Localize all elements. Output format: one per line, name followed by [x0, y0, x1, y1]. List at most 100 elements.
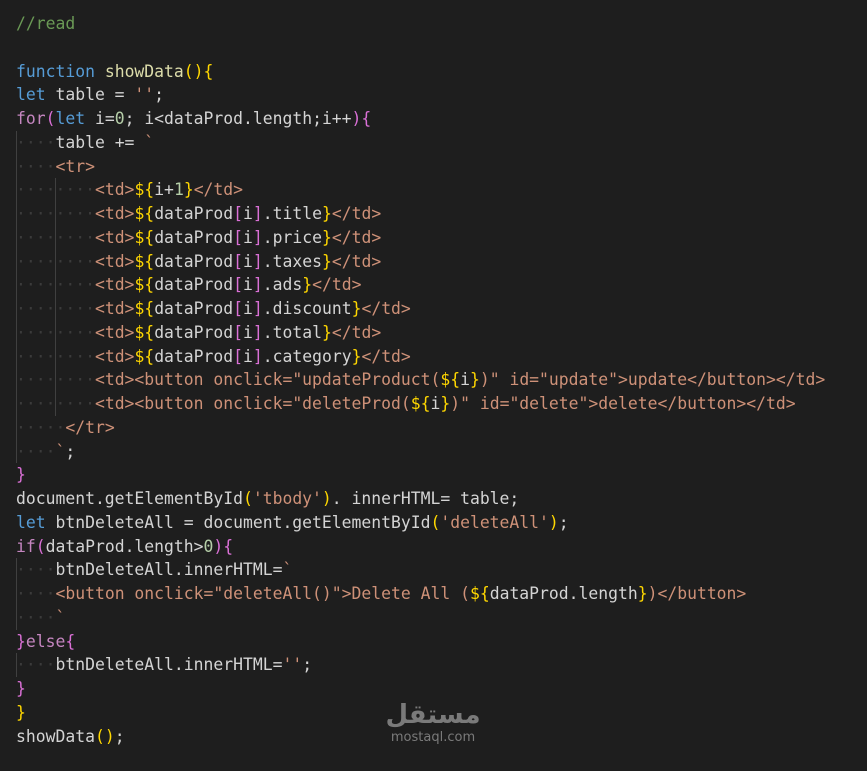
indent-guide — [55, 297, 57, 321]
code-token: )" id="delete">delete</button></td> — [450, 394, 796, 413]
code-token: ` — [144, 132, 155, 152]
code-token: )</button> — [647, 584, 747, 603]
code-token: ${ — [134, 346, 155, 366]
code-token: [ — [233, 227, 244, 247]
indent-guide — [55, 344, 57, 369]
code-editor[interactable]: //read function showData(){let table = '… — [0, 0, 867, 771]
code-line[interactable]: ····` — [16, 605, 825, 630]
code-line[interactable]: ·····</tr> — [16, 415, 825, 440]
code-line[interactable]: } — [16, 463, 825, 487]
code-token: } — [321, 204, 332, 223]
indent-whitespace-marker: ····· — [16, 417, 66, 437]
code-token: 'deleteAll' — [440, 512, 549, 532]
indent-guide — [55, 273, 57, 297]
code-token: <button onclick="deleteAll()">Delete All… — [55, 584, 470, 603]
code-token: { — [65, 631, 76, 651]
code-token: dataProd — [154, 275, 234, 295]
code-token: <td> — [94, 322, 135, 342]
code-token: ` — [282, 560, 293, 580]
indent-guide — [16, 297, 17, 321]
code-line[interactable]: ········<td><button onclick="deleteProd(… — [16, 392, 825, 416]
code-area[interactable]: //read function showData(){let table = '… — [16, 12, 825, 748]
indent-guide — [16, 130, 17, 155]
indent-whitespace-marker: ···· — [16, 607, 56, 627]
code-token: </td> — [361, 299, 411, 318]
watermark-logo-latin: mostaql.com — [390, 730, 476, 745]
code-line[interactable]: document.getElementById('tbody'). innerH… — [16, 487, 825, 511]
code-line[interactable]: //read — [16, 12, 825, 36]
code-token: btnDeleteAll.innerHTML= — [55, 655, 283, 675]
indent-guide — [55, 178, 57, 202]
code-token: <td> — [94, 275, 135, 295]
code-line[interactable]: ····<button onclick="deleteAll()">Delete… — [16, 582, 825, 606]
code-token: <tr> — [55, 156, 95, 176]
code-token: [ — [233, 346, 244, 366]
code-line[interactable]: ········<td>${dataProd[i].total}</td> — [16, 320, 825, 345]
code-line[interactable]: ····btnDeleteAll.innerHTML=` — [16, 558, 825, 582]
code-line[interactable]: }else{ — [16, 630, 825, 654]
code-token: showData — [16, 726, 95, 746]
code-line[interactable]: ········<td>${dataProd[i].title}</td> — [16, 202, 825, 226]
code-token: } — [183, 180, 194, 200]
indent-guide — [55, 249, 57, 274]
code-line[interactable]: ········<td>${dataProd[i].category}</td> — [16, 344, 825, 369]
indent-guide — [16, 249, 17, 274]
code-token: </td> — [331, 251, 382, 271]
code-token: <td> — [94, 227, 135, 247]
code-line[interactable]: ····`; — [16, 439, 825, 464]
code-token: table += — [55, 132, 145, 152]
indent-guide — [16, 320, 17, 345]
code-token: ( — [35, 536, 46, 556]
code-token: document.getElementById — [16, 489, 243, 508]
code-token: ${ — [134, 227, 155, 247]
code-token: i — [460, 370, 470, 390]
code-line[interactable]: let btnDeleteAll = document.getElementBy… — [16, 511, 825, 535]
code-line[interactable]: ····<tr> — [16, 154, 825, 179]
code-token: <td><button onclick="updateProduct( — [94, 370, 441, 390]
code-token: [ — [233, 251, 244, 271]
code-line[interactable]: ········<td>${dataProd[i].price}</td> — [16, 225, 825, 250]
code-token: i — [243, 251, 253, 271]
indent-guide — [16, 225, 17, 250]
indent-guide — [16, 605, 17, 630]
code-line[interactable] — [16, 36, 825, 60]
code-token: ] — [252, 204, 263, 223]
indent-guide — [16, 178, 17, 202]
indent-whitespace-marker: ···· — [16, 560, 56, 580]
code-line[interactable]: } — [16, 677, 825, 701]
code-line[interactable]: ········<td>${dataProd[i].taxes}</td> — [16, 249, 825, 274]
indent-guide — [16, 439, 17, 464]
code-line[interactable]: ····table += ` — [16, 130, 825, 155]
indent-guide — [16, 344, 17, 369]
code-token: </td> — [361, 346, 411, 366]
code-line[interactable]: if(dataProd.length>0){ — [16, 535, 825, 559]
code-line[interactable]: let table = ''; — [16, 83, 825, 107]
code-token: ${ — [469, 584, 490, 603]
code-line[interactable]: ········<td>${dataProd[i].ads}</td> — [16, 273, 825, 297]
code-token: dataProd — [154, 346, 234, 366]
code-token: } — [16, 702, 26, 722]
code-line[interactable]: ········<td>${i+1}</td> — [16, 178, 825, 202]
indent-guide — [16, 653, 17, 677]
code-token: <td> — [94, 204, 135, 223]
code-token: </td> — [193, 180, 244, 200]
code-token: .title — [262, 204, 322, 223]
code-token: } — [351, 346, 362, 366]
code-token: } — [16, 679, 26, 698]
mostaql-watermark: مستقل mostaql.com — [378, 700, 488, 746]
code-token: <td><button onclick="deleteProd( — [94, 394, 411, 413]
code-line[interactable]: for(let i=0; i<dataProd.length;i++){ — [16, 107, 825, 131]
code-line[interactable]: ········<td><button onclick="updateProdu… — [16, 368, 825, 392]
code-line[interactable]: ····btnDeleteAll.innerHTML=''; — [16, 653, 825, 677]
code-line[interactable]: function showData(){ — [16, 60, 825, 84]
code-token: let — [55, 109, 86, 128]
code-token: } — [321, 251, 332, 271]
code-token: else — [25, 631, 66, 651]
watermark-logo-arabic: مستقل — [385, 700, 481, 730]
code-token: <td> — [94, 180, 135, 200]
code-token: i — [243, 227, 253, 247]
code-line[interactable]: ········<td>${dataProd[i].discount}</td> — [16, 297, 825, 321]
indent-guide — [16, 368, 17, 392]
indent-guide — [55, 202, 57, 226]
